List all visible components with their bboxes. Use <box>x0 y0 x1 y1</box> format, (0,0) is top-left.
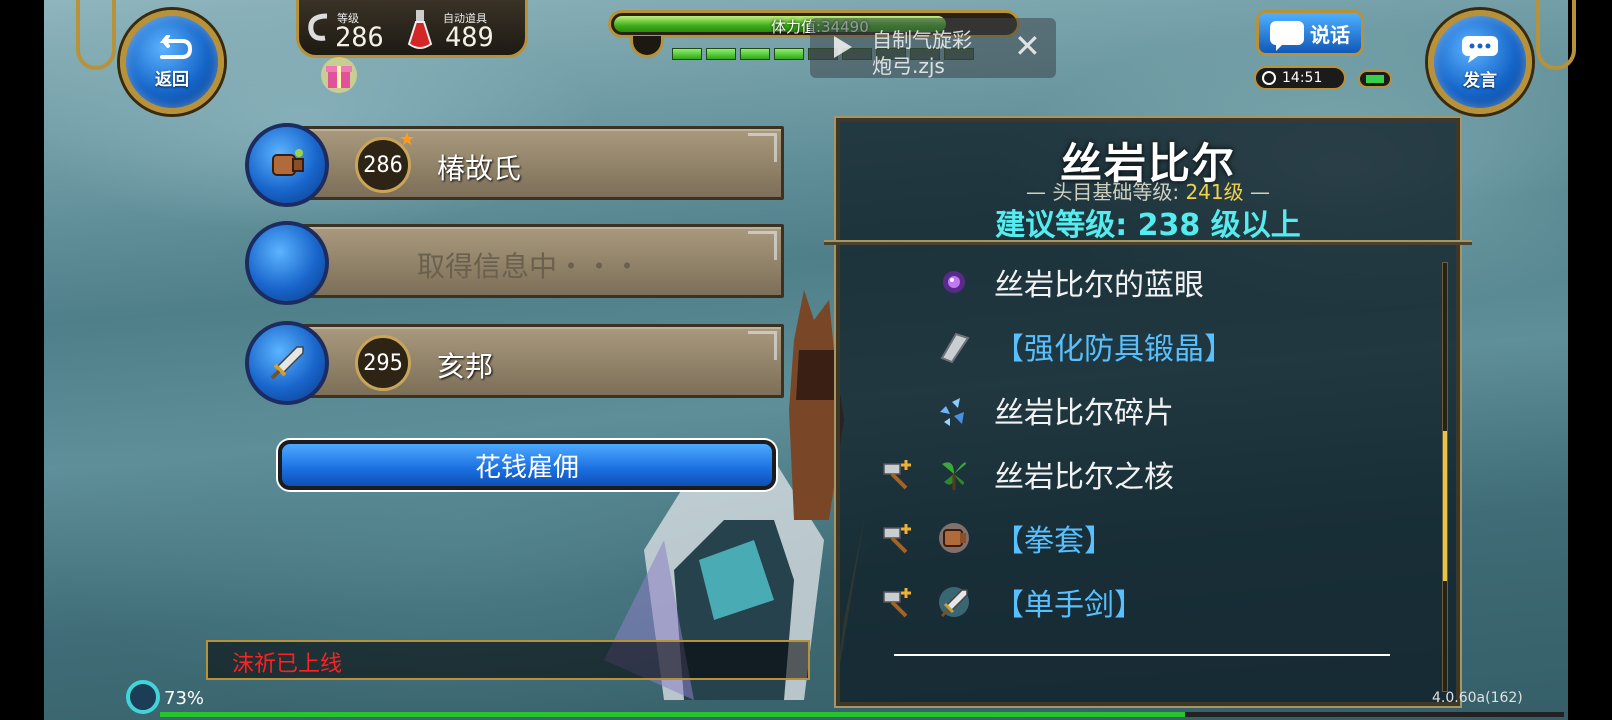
drop-list[interactable]: 丝岩比尔的蓝眼 【强化防具锻晶】 丝岩比尔碎片 丝岩比尔之核 【拳套】 【单手剑… <box>880 250 1400 634</box>
boss-recommended-level: 建议等级: 238 级以上 <box>995 208 1301 243</box>
drop-item[interactable]: 丝岩比尔碎片 <box>880 378 1400 442</box>
member-weapon-orb <box>245 123 329 207</box>
boss-info-panel: 丝岩比尔 — 头目基础等级: 241级 — 建议等级: 238 级以上 丝岩比尔… <box>824 116 1472 708</box>
boss-divider <box>824 240 1472 245</box>
toast-line-1: 自制气旋彩 <box>872 28 972 52</box>
back-button[interactable]: 返回 <box>120 10 224 114</box>
speech-bubble-icon <box>1270 21 1304 51</box>
play-icon[interactable] <box>834 36 852 58</box>
speak-button[interactable]: 发言 <box>1428 10 1532 114</box>
mp-segment <box>774 48 804 60</box>
level-value: 286 <box>335 22 384 53</box>
drop-item-label: 丝岩比尔之核 <box>994 460 1174 495</box>
exp-fill <box>160 712 1185 717</box>
exp-bar <box>160 712 1564 717</box>
member-loading-text: 取得信息中・・・ <box>417 250 642 283</box>
member-name: 椿故氏 <box>437 152 522 185</box>
crystal-shard-icon <box>940 332 970 364</box>
left-letterbox <box>0 0 44 720</box>
drop-list-scrollbar[interactable] <box>1442 262 1448 692</box>
battery-icon <box>1358 70 1392 88</box>
gauntlet-icon <box>272 149 304 176</box>
speak-label: 发言 <box>1463 70 1497 91</box>
chat-button[interactable]: 说话 <box>1256 10 1364 56</box>
right-letterbox <box>1568 0 1612 720</box>
level-swirl-icon <box>308 13 328 41</box>
member-weapon-orb <box>245 221 329 305</box>
member-weapon-orb <box>245 321 329 405</box>
gold-ornament-left <box>76 0 116 70</box>
list-end-line <box>894 654 1390 656</box>
clock-icon <box>1262 71 1276 85</box>
chat-label: 说话 <box>1310 22 1350 47</box>
chat-message: 沫祈已上线 <box>232 652 343 677</box>
exp-percent: 73% <box>164 688 205 709</box>
hire-button[interactable]: 花钱雇佣 <box>278 440 776 490</box>
party-member-row[interactable]: 295 亥邦 <box>245 321 784 405</box>
gold-ornament-right <box>1536 0 1576 70</box>
return-arrow-icon <box>159 34 192 59</box>
blue-fragments-icon <box>940 398 964 426</box>
clock-time: 14:51 <box>1282 70 1323 86</box>
green-leaf-icon <box>942 462 966 490</box>
drop-item-label: 【拳套】 <box>994 524 1114 559</box>
member-name: 亥邦 <box>437 350 494 383</box>
drop-item-label: 【单手剑】 <box>994 588 1144 623</box>
mp-segment <box>706 48 736 60</box>
smith-hammer-icon[interactable] <box>880 584 916 620</box>
potion-icon <box>407 10 433 49</box>
sword-icon <box>939 587 969 618</box>
clock: 14:51 <box>1254 66 1346 90</box>
toast-line-2: 炮弓.zjs <box>872 54 945 78</box>
chat-log[interactable]: 沫祈已上线 <box>206 640 810 680</box>
close-icon[interactable]: ✕ <box>1014 28 1041 64</box>
purple-orb-icon <box>943 271 965 293</box>
drop-item[interactable]: 【单手剑】 <box>880 570 1400 634</box>
mp-segment <box>740 48 770 60</box>
party-member-row[interactable]: 286 ★ 椿故氏 <box>245 123 784 207</box>
back-label: 返回 <box>155 69 189 90</box>
drop-item-label: 丝岩比尔的蓝眼 <box>994 268 1204 303</box>
smith-hammer-icon[interactable] <box>880 456 916 492</box>
auto-item-value: 489 <box>445 22 494 53</box>
member-level-badge: 295 <box>355 335 411 391</box>
exp-ring-icon <box>126 680 160 714</box>
drop-item[interactable]: 【强化防具锻晶】 <box>880 314 1400 378</box>
speech-bubble-icon <box>1462 35 1498 63</box>
drop-item-label: 【强化防具锻晶】 <box>994 332 1234 367</box>
mp-segment <box>672 48 702 60</box>
version-text: 4.0.60a(162) <box>1432 690 1523 706</box>
gauntlet-icon <box>939 523 969 553</box>
boss-header: 丝岩比尔 — 头目基础等级: 241级 — 建议等级: 238 级以上 <box>840 122 1456 243</box>
drop-item[interactable]: 【拳套】 <box>880 506 1400 570</box>
video-toast[interactable]: 自制气旋彩 炮弓.zjs ✕ <box>810 18 1056 78</box>
player-stats-panel: 等级 286 自动道具 489 <box>296 0 528 58</box>
star-icon: ★ <box>399 129 416 150</box>
smith-hammer-icon[interactable] <box>880 520 916 556</box>
drop-item[interactable]: 丝岩比尔的蓝眼 <box>880 250 1400 314</box>
scrollbar-thumb[interactable] <box>1443 431 1447 581</box>
sword-icon <box>270 346 304 380</box>
drop-item[interactable]: 丝岩比尔之核 <box>880 442 1400 506</box>
drop-item-label: 丝岩比尔碎片 <box>994 396 1174 431</box>
party-member-row[interactable]: 取得信息中・・・ <box>245 221 784 305</box>
gift-box-icon[interactable] <box>320 56 358 94</box>
